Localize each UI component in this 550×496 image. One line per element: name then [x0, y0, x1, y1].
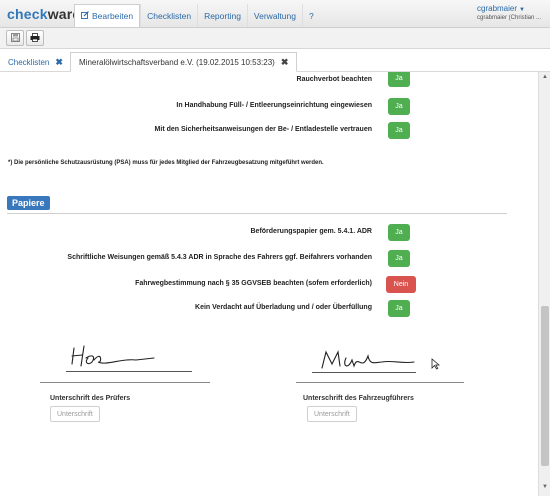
user-menu[interactable]: cgrabmaier ▼ cgrabmaier (Christian ...: [477, 4, 541, 21]
checklist-row: Fahrwegbestimmung nach § 35 GGVSEB beach…: [0, 276, 420, 294]
section-header-papiere: Papiere: [7, 196, 50, 210]
user-subtitle: cgrabmaier (Christian ...: [477, 15, 542, 21]
menu-item-verwaltung[interactable]: Verwaltung: [246, 4, 302, 27]
question-label: Fahrwegbestimmung nach § 35 GGVSEB beach…: [135, 280, 372, 287]
toolbar: [0, 28, 550, 49]
close-icon[interactable]: ✖: [281, 57, 289, 68]
checklist-row: Beförderungspapier gem. 5.4.1. ADR Ja: [0, 224, 420, 242]
close-icon[interactable]: ✖: [55, 57, 63, 68]
menu-item-checklisten[interactable]: Checklisten: [140, 4, 197, 27]
scrollbar-thumb[interactable]: [541, 306, 549, 466]
checklist-row: In Handhabung Füll- / Entleerungseinrich…: [0, 98, 420, 116]
sign-fahrer-button[interactable]: Unterschrift: [307, 406, 357, 422]
menu-item-reporting[interactable]: Reporting: [197, 4, 247, 27]
menu-item-bearbeiten[interactable]: Bearbeiten: [74, 4, 141, 27]
vertical-scrollbar[interactable]: ▲ ▼: [538, 72, 550, 496]
user-name: cgrabmaier: [477, 4, 518, 13]
signature-underline: [40, 382, 210, 383]
top-navbar: checkware Bearbeiten Checklisten Reporti…: [0, 0, 550, 28]
question-label: Kein Verdacht auf Überladung und / oder …: [195, 304, 372, 311]
question-label: Rauchverbot beachten: [296, 76, 372, 83]
tab-bar: Checklisten ✖ Mineralölwirtschaftsverban…: [0, 50, 550, 72]
scroll-down-icon[interactable]: ▼: [541, 484, 549, 492]
save-button[interactable]: [6, 30, 24, 46]
question-label: Beförderungspapier gem. 5.4.1. ADR: [250, 228, 373, 235]
app-logo[interactable]: checkware: [7, 6, 80, 22]
signature-caption-fahrer: Unterschrift des Fahrzeugführers: [303, 395, 414, 402]
edit-icon: [81, 11, 89, 21]
checklist-content: Rauchverbot beachten Ja In Handhabung Fü…: [0, 72, 538, 496]
signature-line: [312, 372, 416, 373]
checklist-row: Mit den Sicherheitsanweisungen der Be- /…: [0, 122, 420, 140]
answer-ja-button[interactable]: Ja: [388, 72, 410, 87]
main-menu: Bearbeiten Checklisten Reporting Verwalt…: [74, 4, 320, 27]
section-divider: [7, 213, 507, 214]
answer-ja-button[interactable]: Ja: [388, 224, 410, 241]
answer-ja-button[interactable]: Ja: [388, 122, 410, 139]
mouse-cursor-icon: [431, 358, 440, 370]
checklist-row: Kein Verdacht auf Überladung und / oder …: [0, 300, 420, 318]
chevron-down-icon: ▼: [519, 7, 525, 13]
checklist-row: Schriftliche Weisungen gemäß 5.4.3 ADR i…: [0, 250, 420, 268]
answer-ja-button[interactable]: Ja: [388, 98, 410, 115]
signature-caption-pruefer: Unterschrift des Prüfers: [50, 395, 131, 402]
answer-ja-button[interactable]: Ja: [388, 300, 410, 317]
scroll-up-icon[interactable]: ▲: [541, 74, 549, 82]
menu-item-help[interactable]: ?: [301, 4, 320, 27]
signature-pruefer-image: [71, 345, 155, 367]
psa-footnote: *) Die persönliche Schutzausrüstung (PSA…: [8, 160, 324, 166]
tab-checklist-document[interactable]: Mineralölwirtschaftsverband e.V. (19.02.…: [70, 52, 298, 72]
tab-checklisten[interactable]: Checklisten ✖: [0, 52, 71, 72]
answer-nein-button[interactable]: Nein: [386, 276, 416, 293]
signature-line: [66, 371, 192, 372]
checklist-row: Rauchverbot beachten Ja: [0, 72, 420, 90]
question-label: Schriftliche Weisungen gemäß 5.4.3 ADR i…: [67, 254, 372, 261]
question-label: Mit den Sicherheitsanweisungen der Be- /…: [154, 126, 372, 133]
print-button[interactable]: [26, 30, 44, 46]
signature-underline: [296, 382, 464, 383]
answer-ja-button[interactable]: Ja: [388, 250, 410, 267]
sign-pruefer-button[interactable]: Unterschrift: [50, 406, 100, 422]
save-icon: [10, 32, 20, 44]
question-label: In Handhabung Füll- / Entleerungseinrich…: [176, 102, 372, 109]
print-icon: [30, 32, 40, 44]
